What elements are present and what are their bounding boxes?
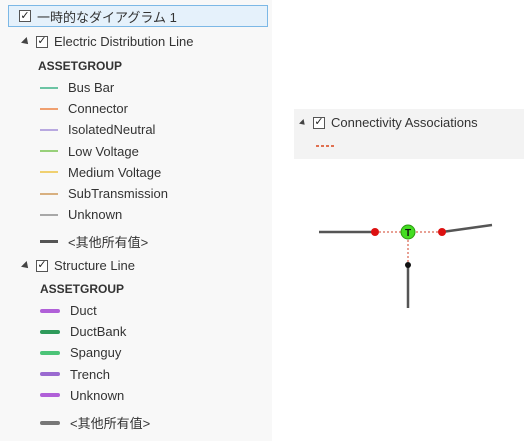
line-segment[interactable] (441, 223, 493, 234)
junction-label: T (405, 228, 411, 239)
diagram-canvas[interactable]: T (0, 0, 524, 441)
junction-node[interactable] (371, 228, 379, 236)
vertex-node[interactable] (405, 262, 411, 268)
junction-node[interactable] (438, 228, 446, 236)
